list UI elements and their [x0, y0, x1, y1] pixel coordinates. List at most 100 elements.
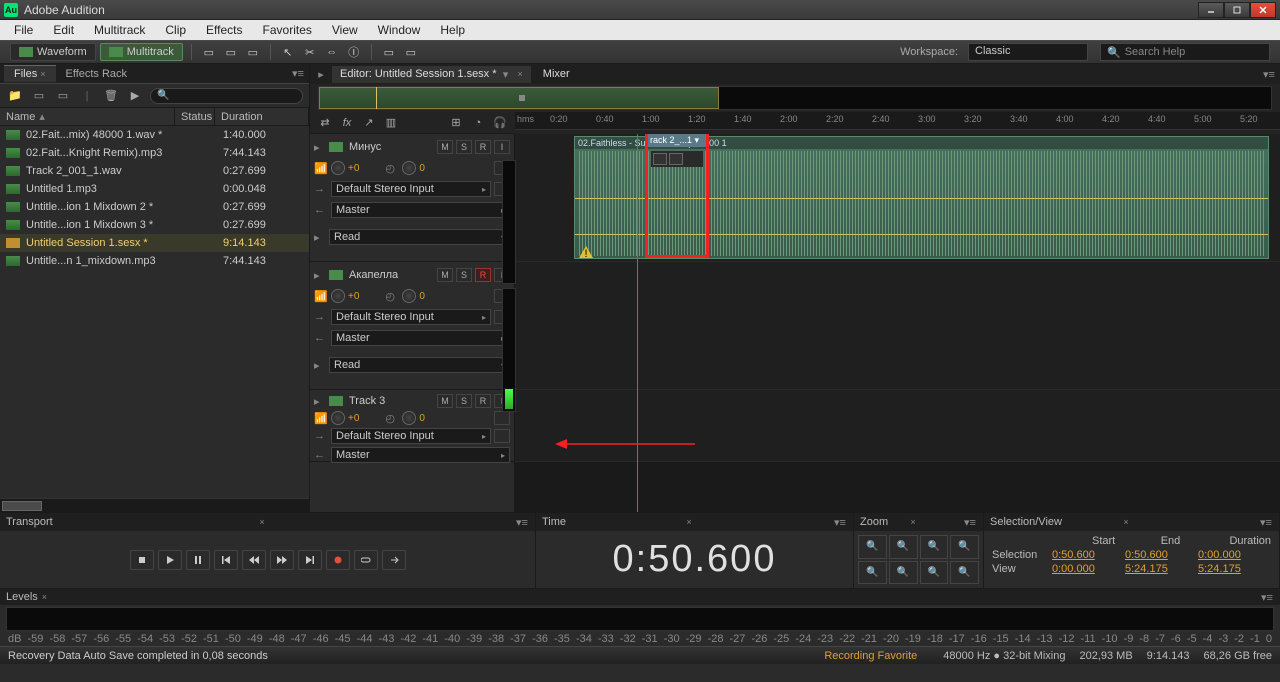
open-file-icon[interactable]: 📁: [6, 88, 24, 104]
zoom-out-h[interactable]: 🔍: [889, 535, 918, 559]
new-file-icon[interactable]: ▭: [30, 88, 48, 104]
tt-snap-icon[interactable]: ⊞: [447, 115, 465, 131]
mute-button[interactable]: M: [437, 394, 453, 408]
playhead[interactable]: [637, 134, 638, 512]
track-content[interactable]: 02.Faithless - Sun ht Remix) 48000 1 rac…: [515, 134, 1280, 512]
file-row[interactable]: 02.Fait...mix) 48000 1.wav *1:40.000: [0, 126, 309, 144]
zoom-out-point[interactable]: 🔍: [950, 561, 979, 585]
tab-mixer[interactable]: Mixer: [535, 66, 578, 82]
editor-nav-icon[interactable]: ▸: [314, 68, 328, 81]
play-button[interactable]: [158, 550, 182, 570]
view-end[interactable]: 5:24.175: [1125, 563, 1198, 575]
output-select[interactable]: Master▸: [331, 330, 510, 346]
col-status[interactable]: Status: [175, 108, 215, 125]
menu-clip[interactable]: Clip: [155, 21, 196, 39]
solo-button[interactable]: S: [456, 268, 472, 282]
workspace-select[interactable]: Classic: [968, 43, 1088, 61]
zoom-full[interactable]: 🔍: [920, 535, 949, 559]
rewind-button[interactable]: [242, 550, 266, 570]
track-expand-icon[interactable]: ▸: [314, 269, 326, 282]
sel-start[interactable]: 0:50.600: [1052, 549, 1125, 561]
volume-knob[interactable]: [331, 411, 345, 425]
track-name[interactable]: Минус: [349, 141, 434, 153]
file-row[interactable]: Untitle...ion 1 Mixdown 2 *0:27.699: [0, 198, 309, 216]
menu-edit[interactable]: Edit: [43, 21, 84, 39]
maximize-button[interactable]: [1224, 2, 1250, 18]
red-clip-label[interactable]: rack 2_...1 ▾: [648, 134, 706, 147]
play-icon[interactable]: ▶: [126, 88, 144, 104]
record-button[interactable]: [326, 550, 350, 570]
arm-record-button[interactable]: R: [475, 394, 491, 408]
file-row[interactable]: Untitle...ion 1 Mixdown 3 *0:27.699: [0, 216, 309, 234]
monitor-button[interactable]: I: [494, 140, 510, 154]
tt-metronome-icon[interactable]: ◔: [469, 115, 487, 131]
time-display[interactable]: 0:50.600: [536, 531, 853, 588]
tt-monitor-icon[interactable]: 🎧: [491, 115, 509, 131]
col-name[interactable]: Name ▴: [0, 108, 175, 125]
waveform-mode-button[interactable]: Waveform: [10, 43, 96, 61]
zoom-in-v[interactable]: 🔍: [858, 561, 887, 585]
volume-knob[interactable]: [331, 289, 345, 303]
tool-icon-2[interactable]: ▭: [222, 43, 240, 61]
output-select[interactable]: Master▸: [331, 447, 510, 463]
pause-button[interactable]: [186, 550, 210, 570]
col-duration[interactable]: Duration: [215, 108, 309, 125]
slip-tool-icon[interactable]: ⇔: [323, 43, 341, 61]
output-select[interactable]: Master▸: [331, 202, 510, 218]
menu-window[interactable]: Window: [368, 21, 431, 39]
input-mon-icon[interactable]: [494, 429, 510, 443]
loop-button[interactable]: [354, 550, 378, 570]
arm-record-button[interactable]: R: [475, 140, 491, 154]
solo-button[interactable]: S: [456, 394, 472, 408]
zoom-out-v[interactable]: 🔍: [889, 561, 918, 585]
automation-select[interactable]: Read▾: [329, 229, 510, 245]
tab-editor[interactable]: Editor: Untitled Session 1.sesx *▾×: [332, 66, 531, 83]
menu-multitrack[interactable]: Multitrack: [84, 21, 155, 39]
levels-meter[interactable]: [6, 607, 1274, 631]
solo-button[interactable]: S: [456, 140, 472, 154]
menu-help[interactable]: Help: [430, 21, 475, 39]
phase-icon[interactable]: [494, 411, 510, 425]
file-row[interactable]: Track 2_001_1.wav0:27.699: [0, 162, 309, 180]
zoom-in-h[interactable]: 🔍: [858, 535, 887, 559]
tool-icon-1[interactable]: ▭: [200, 43, 218, 61]
input-select[interactable]: Default Stereo Input▸: [331, 309, 491, 325]
track-name[interactable]: Track 3: [349, 395, 434, 407]
import-icon[interactable]: ▭: [54, 88, 72, 104]
tt-send-icon[interactable]: ↗: [360, 115, 378, 131]
file-row[interactable]: Untitled Session 1.sesx *9:14.143: [0, 234, 309, 252]
automation-select[interactable]: Read▾: [329, 357, 510, 373]
track-expand-icon[interactable]: ▸: [314, 141, 326, 154]
zoom-in-point[interactable]: 🔍: [920, 561, 949, 585]
sel-end[interactable]: 0:50.600: [1125, 549, 1198, 561]
tt-fx-icon[interactable]: fx: [338, 115, 356, 131]
minimize-button[interactable]: [1198, 2, 1224, 18]
zoom-sel[interactable]: 🔍: [950, 535, 979, 559]
razor-tool-icon[interactable]: ✂: [301, 43, 319, 61]
file-row[interactable]: Untitle...n 1_mixdown.mp37:44.143: [0, 252, 309, 270]
input-select[interactable]: Default Stereo Input▸: [331, 428, 491, 444]
volume-knob[interactable]: [331, 161, 345, 175]
mute-button[interactable]: M: [437, 268, 453, 282]
file-hscroll[interactable]: [0, 498, 309, 512]
menu-view[interactable]: View: [322, 21, 368, 39]
pan-knob[interactable]: [402, 289, 416, 303]
arm-record-button[interactable]: R: [475, 268, 491, 282]
time-tool-icon[interactable]: Ⓘ: [345, 43, 363, 61]
view-start[interactable]: 0:00.000: [1052, 563, 1125, 575]
file-row[interactable]: 02.Fait...Knight Remix).mp37:44.143: [0, 144, 309, 162]
sel-dur[interactable]: 0:00.000: [1198, 549, 1271, 561]
tt-eq-icon[interactable]: ▥: [382, 115, 400, 131]
multitrack-mode-button[interactable]: Multitrack: [100, 43, 183, 61]
mute-button[interactable]: M: [437, 140, 453, 154]
extra-tool-2[interactable]: ▭: [402, 43, 420, 61]
move-tool-icon[interactable]: ↖: [279, 43, 297, 61]
tt-icon-1[interactable]: ⇄: [316, 115, 334, 131]
tool-icon-3[interactable]: ▭: [244, 43, 262, 61]
pan-knob[interactable]: [402, 411, 416, 425]
pan-knob[interactable]: [402, 161, 416, 175]
editor-panel-menu-icon[interactable]: ▾≡: [1262, 68, 1276, 81]
prev-button[interactable]: [214, 550, 238, 570]
delete-icon[interactable]: 🗑: [102, 88, 120, 104]
menu-file[interactable]: File: [4, 21, 43, 39]
